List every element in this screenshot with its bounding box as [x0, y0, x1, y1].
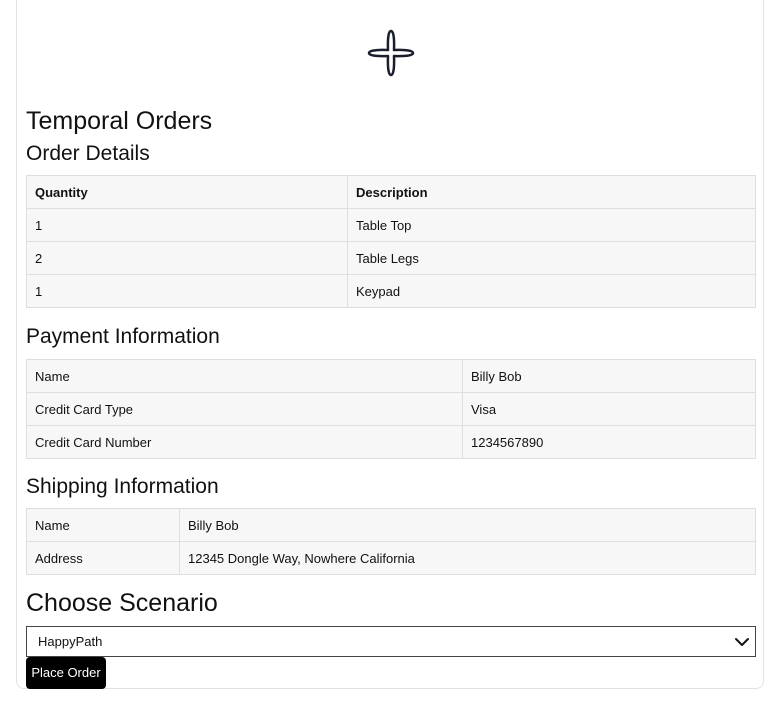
column-header-description: Description	[347, 175, 756, 209]
chevron-down-icon	[735, 638, 749, 646]
payment-label-card-number: Credit Card Number	[26, 425, 463, 459]
payment-value-card-type: Visa	[462, 392, 756, 426]
description-cell: Keypad	[347, 274, 756, 308]
shipping-heading: Shipping Information	[26, 475, 219, 498]
shipping-label-name: Name	[26, 508, 180, 542]
shipping-label-address: Address	[26, 541, 180, 575]
page-title: Temporal Orders	[26, 107, 213, 135]
payment-label-card-type: Credit Card Type	[26, 392, 463, 426]
column-header-quantity: Quantity	[26, 175, 348, 209]
table-row: 2 Table Legs	[26, 241, 756, 275]
table-header-row: Quantity Description	[26, 175, 756, 209]
quantity-cell: 2	[26, 241, 348, 275]
temporal-star-icon	[367, 29, 415, 77]
quantity-cell: 1	[26, 208, 348, 242]
payment-label-name: Name	[26, 359, 463, 393]
order-details-heading: Order Details	[26, 142, 150, 165]
place-order-button[interactable]: Place Order	[26, 657, 106, 689]
scenario-heading: Choose Scenario	[26, 589, 218, 617]
table-row: Address 12345 Dongle Way, Nowhere Califo…	[26, 541, 756, 575]
quantity-cell: 1	[26, 274, 348, 308]
table-row: 1 Table Top	[26, 208, 756, 242]
payment-heading: Payment Information	[26, 325, 220, 348]
table-row: Name Billy Bob	[26, 359, 756, 393]
payment-value-name: Billy Bob	[462, 359, 756, 393]
table-row: Credit Card Type Visa	[26, 392, 756, 426]
shipping-table: Name Billy Bob Address 12345 Dongle Way,…	[26, 508, 756, 575]
payment-table: Name Billy Bob Credit Card Type Visa Cre…	[26, 359, 756, 459]
order-details-table: Quantity Description 1 Table Top 2 Table…	[26, 175, 756, 308]
payment-value-card-number: 1234567890	[462, 425, 756, 459]
table-row: Credit Card Number 1234567890	[26, 425, 756, 459]
scenario-selected-value: HappyPath	[38, 634, 103, 649]
shipping-value-name: Billy Bob	[179, 508, 756, 542]
table-row: Name Billy Bob	[26, 508, 756, 542]
description-cell: Table Legs	[347, 241, 756, 275]
shipping-value-address: 12345 Dongle Way, Nowhere California	[179, 541, 756, 575]
description-cell: Table Top	[347, 208, 756, 242]
table-row: 1 Keypad	[26, 274, 756, 308]
order-card: Temporal Orders Order Details Quantity D…	[16, 0, 764, 689]
scenario-select[interactable]: HappyPath	[26, 626, 756, 657]
